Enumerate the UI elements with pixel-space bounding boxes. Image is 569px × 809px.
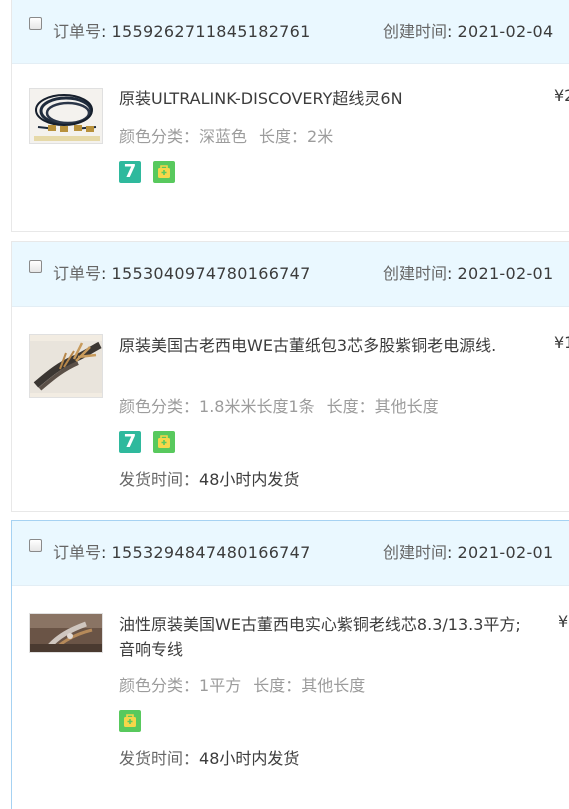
order-header: 订单号: 1559262711845182761 创建时间: 2021-02-0… xyxy=(12,0,569,64)
order-number-value: 1553040974780166747 xyxy=(111,264,311,283)
product-sku: 颜色分类：深蓝色 长度：2米 xyxy=(119,123,333,147)
color-value: 1.8米米长度1条 xyxy=(199,397,315,416)
created-time-label: 创建时间 xyxy=(383,264,448,283)
order-card: 订单号: 1553040974780166747 创建时间: 2021-02-0… xyxy=(11,241,569,512)
length-label: 长度： xyxy=(259,127,308,146)
length-value: 其他长度 xyxy=(374,397,439,416)
product-thumbnail[interactable] xyxy=(29,613,103,653)
service-badges xyxy=(119,710,153,732)
length-label: 长度： xyxy=(326,397,375,416)
product-sku: 颜色分类：1平方 长度：其他长度 xyxy=(119,672,365,696)
length-value: 2米 xyxy=(307,127,334,146)
product-title[interactable]: 原装ULTRALINK-DISCOVERY超线灵6N xyxy=(119,86,519,111)
order-list-page: 订单号: 1559262711845182761 创建时间: 2021-02-0… xyxy=(0,0,569,809)
service-badges: 7 xyxy=(119,161,187,183)
shipping-time-value: 48小时内发货 xyxy=(199,470,300,489)
seven-day-return-icon: 7 xyxy=(119,161,141,183)
color-label: 颜色分类： xyxy=(119,397,200,416)
color-value: 1平方 xyxy=(199,676,242,695)
order-created-time: 创建时间: 2021-02-04 xyxy=(383,22,554,41)
created-time-value: 2021-02-01 xyxy=(457,264,554,283)
order-created-time: 创建时间: 2021-02-01 xyxy=(383,264,554,283)
copper-wire-image xyxy=(30,614,102,652)
length-value: 其他长度 xyxy=(301,676,366,695)
shipping-time: 发货时间：48小时内发货 xyxy=(119,466,299,490)
product-title[interactable]: 原装美国古老西电WE古董纸包3芯多股紫铜老电源线. xyxy=(119,333,529,358)
order-created-time: 创建时间: 2021-02-01 xyxy=(383,543,554,562)
service-badges: 7 xyxy=(119,431,187,453)
order-number: 订单号: 1553040974780166747 xyxy=(53,264,311,283)
guarantee-bag-icon xyxy=(153,431,175,453)
guarantee-bag-icon xyxy=(119,710,141,732)
order-number-label: 订单号 xyxy=(53,264,102,283)
seven-day-return-icon: 7 xyxy=(119,431,141,453)
order-select-checkbox[interactable] xyxy=(29,539,42,552)
created-time-label: 创建时间 xyxy=(383,22,448,41)
order-number-value: 1559262711845182761 xyxy=(111,22,311,41)
order-header: 订单号: 1553040974780166747 创建时间: 2021-02-0… xyxy=(12,242,569,307)
created-time-value: 2021-02-01 xyxy=(457,543,554,562)
order-select-checkbox[interactable] xyxy=(29,17,42,30)
guarantee-bag-icon xyxy=(153,161,175,183)
product-sku: 颜色分类：1.8米米长度1条 长度：其他长度 xyxy=(119,393,439,417)
color-label: 颜色分类： xyxy=(119,127,200,146)
cable-coil-image xyxy=(30,89,102,143)
shipping-time: 发货时间：48小时内发货 xyxy=(119,745,299,769)
product-thumbnail[interactable] xyxy=(29,88,103,144)
order-header: 订单号: 1553294847480166747 创建时间: 2021-02-0… xyxy=(12,521,569,586)
order-card: 订单号: 1559262711845182761 创建时间: 2021-02-0… xyxy=(11,0,569,232)
order-number-label: 订单号 xyxy=(53,22,102,41)
order-number: 订单号: 1553294847480166747 xyxy=(53,543,311,562)
order-select-checkbox[interactable] xyxy=(29,260,42,273)
order-number-label: 订单号 xyxy=(53,543,102,562)
cable-bundle-image xyxy=(30,335,102,397)
item-price: ¥1 xyxy=(554,333,569,352)
shipping-time-label: 发货时间： xyxy=(119,470,200,489)
color-label: 颜色分类： xyxy=(119,676,200,695)
product-thumbnail[interactable] xyxy=(29,334,103,398)
order-number: 订单号: 1559262711845182761 xyxy=(53,22,311,41)
shipping-time-label: 发货时间： xyxy=(119,749,200,768)
created-time-value: 2021-02-04 xyxy=(457,22,554,41)
product-title[interactable]: 油性原装美国WE古董西电实心紫铜老线芯8.3/13.3平方;音响专线 xyxy=(119,612,529,662)
item-price: ¥ xyxy=(558,612,569,631)
item-price: ¥2 xyxy=(554,86,569,105)
order-number-value: 1553294847480166747 xyxy=(111,543,311,562)
order-card: 订单号: 1553294847480166747 创建时间: 2021-02-0… xyxy=(11,520,569,809)
created-time-label: 创建时间 xyxy=(383,543,448,562)
shipping-time-value: 48小时内发货 xyxy=(199,749,300,768)
length-label: 长度： xyxy=(253,676,302,695)
color-value: 深蓝色 xyxy=(199,127,248,146)
